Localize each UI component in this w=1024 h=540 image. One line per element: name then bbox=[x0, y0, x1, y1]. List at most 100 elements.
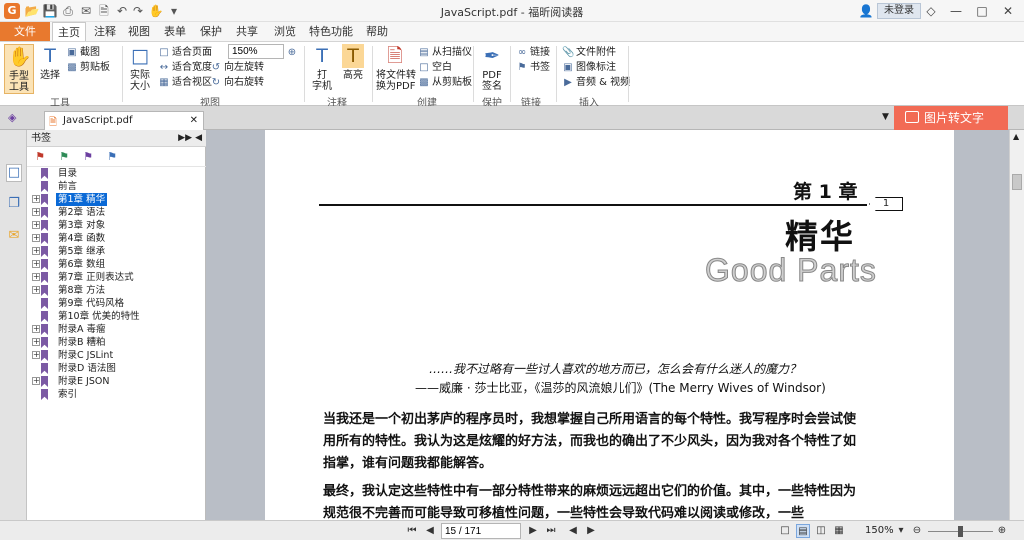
expand-bookmark-icon[interactable]: ⚑ bbox=[81, 150, 95, 164]
expand-toggle-icon[interactable]: + bbox=[32, 273, 40, 281]
expand-toggle-icon[interactable]: + bbox=[32, 221, 40, 229]
back-icon[interactable]: ◀ bbox=[566, 524, 580, 538]
fit-visible-button[interactable]: ▦ 适合视区 bbox=[158, 75, 212, 90]
panel-expand-icon[interactable]: ▶▶ bbox=[178, 130, 192, 147]
link-button[interactable]: ∞ 链接 bbox=[516, 45, 550, 60]
fit-width-icon: ↔ bbox=[159, 62, 169, 73]
hand-tool-button[interactable]: ✋ 手型 工具 bbox=[4, 44, 34, 94]
convert-to-pdf-button[interactable]: 🗎 将文件转 换为PDF bbox=[376, 44, 416, 92]
save-icon[interactable]: 💾 bbox=[42, 3, 58, 19]
fit-width-button[interactable]: ↔ 适合宽度 bbox=[158, 60, 212, 75]
continuous-page-icon[interactable]: ▤ bbox=[796, 524, 810, 538]
close-tab-icon[interactable]: ✕ bbox=[190, 112, 198, 129]
tab-view[interactable]: 视图 bbox=[124, 22, 154, 41]
clipboard-button[interactable]: ▩ 剪贴板 bbox=[66, 60, 110, 75]
comments-icon[interactable]: ✉ bbox=[6, 228, 22, 246]
scroll-up-icon[interactable]: ▲ bbox=[1013, 132, 1019, 141]
fit-page-button[interactable]: □ 适合页面 bbox=[158, 45, 212, 60]
user-icon[interactable]: 👤 bbox=[858, 3, 874, 19]
tab-form[interactable]: 表单 bbox=[160, 22, 190, 41]
bookmark-label: 附录B 糟粕 bbox=[58, 337, 106, 348]
zoom-slider-thumb[interactable] bbox=[958, 526, 963, 537]
zoom-in-status-icon[interactable]: ⊕ bbox=[995, 524, 1009, 538]
expand-toggle-icon[interactable]: + bbox=[32, 234, 40, 242]
panel-collapse-icon[interactable]: ◀ bbox=[195, 130, 202, 147]
expand-toggle-icon[interactable]: + bbox=[32, 247, 40, 255]
expand-toggle-icon[interactable]: + bbox=[32, 208, 40, 216]
expand-toggle-icon[interactable]: + bbox=[32, 260, 40, 268]
print-icon[interactable]: ⎙ bbox=[60, 3, 76, 19]
tab-featured[interactable]: 特色功能 bbox=[306, 22, 356, 41]
tab-list-icon[interactable]: ▼ bbox=[882, 112, 889, 122]
blank-page-button[interactable]: □ 空白 bbox=[418, 60, 452, 75]
file-attachment-button[interactable]: 📎 文件附件 bbox=[562, 45, 616, 60]
audio-video-button[interactable]: ▶ 音频 & 视频 bbox=[562, 75, 630, 90]
image-to-text-button[interactable]: 图片转文字 bbox=[894, 106, 1008, 130]
select-button[interactable]: T 选择 bbox=[38, 44, 62, 81]
panel-splitter[interactable] bbox=[206, 130, 266, 520]
foxit-start-icon[interactable]: ◈ bbox=[8, 111, 22, 125]
image-annotation-button[interactable]: ▣ 图像标注 bbox=[562, 60, 616, 75]
new-doc-icon[interactable]: 🗎 bbox=[96, 3, 112, 19]
delete-bookmark-icon[interactable]: ⚑ bbox=[33, 150, 47, 164]
tab-comment[interactable]: 注释 bbox=[90, 22, 120, 41]
pdf-sign-button[interactable]: ✒ PDF 签名 bbox=[479, 44, 505, 92]
paragraph-1: 当我还是一个初出茅庐的程序员时，我想掌握自己所用语言的每个特性。我写程序时会尝试… bbox=[323, 412, 857, 471]
expand-toggle-icon[interactable]: + bbox=[32, 377, 40, 385]
typewriter-button[interactable]: T 打 字机 bbox=[310, 44, 334, 92]
shirt-skin-icon[interactable]: ◇ bbox=[917, 2, 945, 20]
expand-toggle-icon[interactable]: + bbox=[32, 325, 40, 333]
new-bookmark-icon[interactable]: ⚑ bbox=[57, 150, 71, 164]
snapshot-button[interactable]: ▣ 截图 bbox=[66, 45, 100, 60]
page-thumbnails-icon[interactable]: □ bbox=[6, 164, 22, 182]
undo-icon[interactable]: ↶ bbox=[114, 3, 130, 19]
email-icon[interactable]: ✉ bbox=[78, 3, 94, 19]
scrollbar-thumb[interactable] bbox=[1012, 174, 1022, 190]
vertical-scrollbar[interactable]: ▲ bbox=[1009, 130, 1024, 520]
layers-icon[interactable]: ❐ bbox=[6, 196, 22, 214]
expand-toggle-icon[interactable]: + bbox=[32, 195, 40, 203]
from-scanner-button[interactable]: ▤ 从扫描仪 bbox=[418, 45, 472, 60]
forward-icon[interactable]: ▶ bbox=[584, 524, 598, 538]
doc-tab-javascript[interactable]: 🗎 JavaScript.pdf ✕ bbox=[44, 111, 204, 130]
expand-toggle-icon[interactable]: + bbox=[32, 338, 40, 346]
tab-share[interactable]: 共享 bbox=[232, 22, 262, 41]
customize-toolbar-icon[interactable]: ▾ bbox=[166, 3, 182, 19]
tab-home[interactable]: 主页 bbox=[52, 22, 86, 41]
file-menu-tab[interactable]: 文件 bbox=[0, 22, 50, 41]
zoom-in-icon[interactable]: ⊕ bbox=[286, 45, 300, 60]
minimize-button[interactable]: — bbox=[942, 2, 970, 20]
next-page-icon[interactable]: ▶ bbox=[526, 524, 540, 538]
actual-size-button[interactable]: □ 实际 大小 bbox=[128, 44, 152, 92]
page-number-input[interactable] bbox=[441, 523, 521, 539]
close-button[interactable]: ✕ bbox=[994, 2, 1022, 20]
facing-page-icon[interactable]: ◫ bbox=[814, 524, 828, 538]
tab-protect[interactable]: 保护 bbox=[196, 22, 226, 41]
bookmark-ribbon-icon bbox=[41, 298, 48, 309]
tab-help[interactable]: 帮助 bbox=[362, 22, 392, 41]
bookmark-label: 附录C JSLint bbox=[58, 350, 114, 361]
redo-icon[interactable]: ↷ bbox=[130, 3, 146, 19]
zoom-select[interactable] bbox=[228, 44, 284, 59]
login-button[interactable]: 未登录 bbox=[877, 3, 921, 19]
single-page-icon[interactable]: □ bbox=[778, 524, 792, 538]
zoom-dropdown-icon[interactable]: ▾ bbox=[894, 524, 908, 538]
first-page-icon[interactable]: ⏮ bbox=[405, 524, 419, 538]
bookmark-button[interactable]: ⚑ 书签 bbox=[516, 60, 550, 75]
highlight-button[interactable]: T 高亮 bbox=[340, 44, 366, 81]
prev-page-icon[interactable]: ◀ bbox=[423, 524, 437, 538]
rotate-right-button[interactable]: ↻ 向右旋转 bbox=[210, 75, 264, 90]
from-clipboard-button[interactable]: ▩ 从剪贴板 bbox=[418, 75, 472, 90]
maximize-button[interactable]: □ bbox=[968, 2, 996, 20]
expand-toggle-icon[interactable]: + bbox=[32, 286, 40, 294]
expand-toggle-icon[interactable]: + bbox=[32, 351, 40, 359]
find-bookmark-icon[interactable]: ⚑ bbox=[105, 150, 119, 164]
tab-browse[interactable]: 浏览 bbox=[270, 22, 300, 41]
zoom-out-icon[interactable]: ⊖ bbox=[910, 524, 924, 538]
last-page-icon[interactable]: ⏭ bbox=[544, 524, 558, 538]
rotate-left-button[interactable]: ↺ 向左旋转 bbox=[210, 60, 264, 75]
hand-tool-quick-icon[interactable]: ✋ bbox=[148, 3, 164, 19]
continuous-facing-icon[interactable]: ▦ bbox=[832, 524, 846, 538]
bookmark-ribbon-icon bbox=[41, 311, 48, 322]
open-icon[interactable]: 📂 bbox=[24, 3, 40, 19]
